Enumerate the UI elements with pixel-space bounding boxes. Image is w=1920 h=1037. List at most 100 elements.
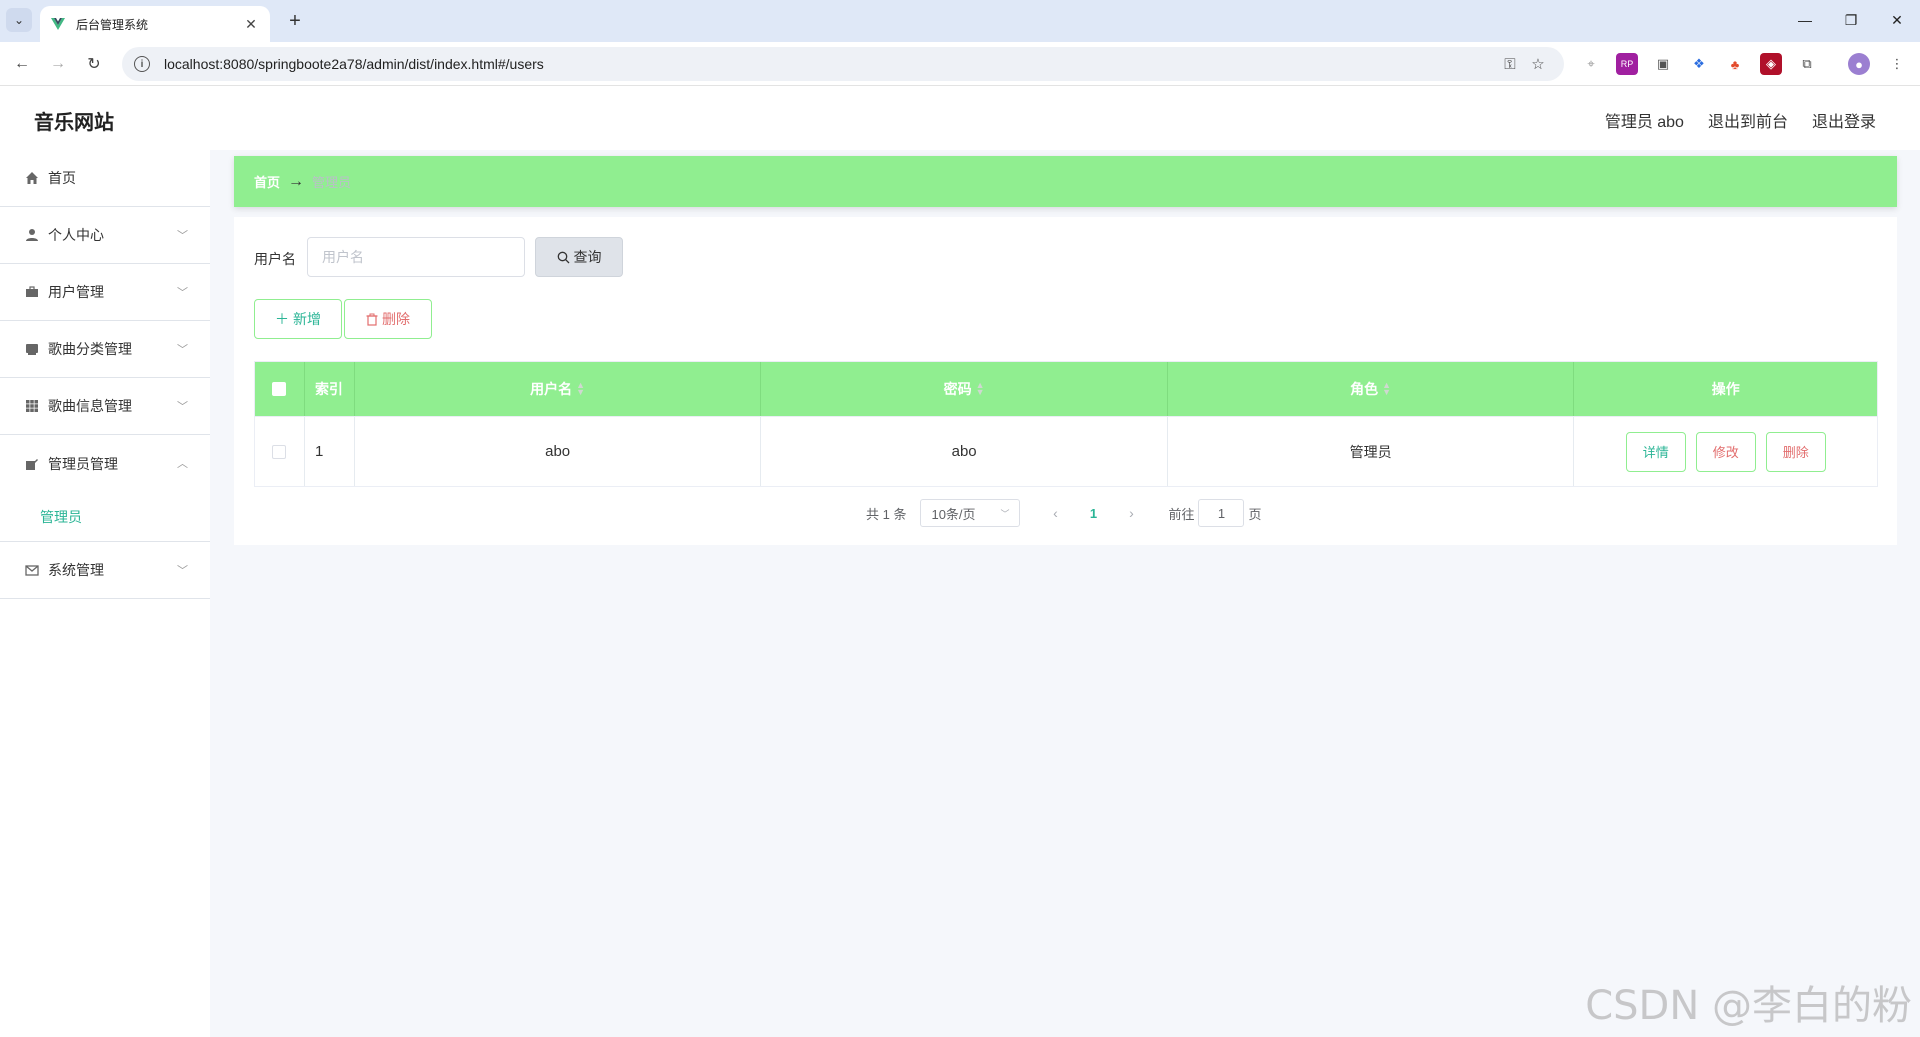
sidebar-item-home[interactable]: 首页 bbox=[0, 150, 210, 207]
url-text[interactable]: localhost:8080/springboote2a78/admin/dis… bbox=[164, 56, 1496, 72]
sidebar-item-song-category[interactable]: 歌曲分类管理 ﹀ bbox=[0, 321, 210, 378]
plus-icon: ＋ bbox=[275, 311, 289, 327]
back-icon[interactable]: ← bbox=[8, 50, 36, 78]
reload-icon[interactable]: ↻ bbox=[80, 50, 108, 78]
mail-icon bbox=[24, 562, 40, 578]
window-close-icon[interactable]: ✕ bbox=[1874, 0, 1920, 40]
column-header-index: 索引 bbox=[314, 381, 343, 397]
cell-password: abo bbox=[951, 443, 977, 460]
minimize-icon[interactable]: — bbox=[1782, 0, 1828, 40]
column-header-password[interactable]: 密码 ▲ ▼ bbox=[761, 362, 1168, 416]
search-icon bbox=[557, 251, 569, 263]
page-unit-label: 页 bbox=[1248, 506, 1262, 522]
key-icon[interactable]: ⚿ bbox=[1496, 56, 1524, 73]
select-all-checkbox[interactable] bbox=[272, 382, 287, 396]
csdn-watermark: CSDN @李白的粉 bbox=[1585, 983, 1912, 1029]
new-tab-icon[interactable]: + bbox=[282, 8, 308, 34]
row-delete-button[interactable]: 删除 bbox=[1765, 431, 1826, 472]
vue-logo-icon bbox=[51, 18, 65, 30]
column-header-actions: 操作 bbox=[1711, 381, 1740, 397]
pagination-total: 共 1 条 bbox=[866, 506, 907, 522]
table-header: 索引 用户名 ▲ ▼ 密码 ▲ ▼ 角色 ▲ ▼ 操作 bbox=[255, 362, 1877, 416]
sidebar-item-admin-management[interactable]: 管理员管理 ︿ bbox=[0, 435, 210, 492]
row-checkbox[interactable] bbox=[272, 444, 287, 459]
delete-button-label: 删除 bbox=[382, 311, 410, 327]
column-header-role[interactable]: 角色 ▲ ▼ bbox=[1168, 362, 1575, 416]
sort-icon[interactable]: ▲ ▼ bbox=[1382, 381, 1391, 397]
sidebar: 首页 个人中心 ﹀ 用户管理 ﹀ 歌曲分类管理 ﹀ 歌曲信息管理 ﹀ 管理员管理… bbox=[0, 150, 210, 1037]
add-button-label: 新增 bbox=[293, 311, 321, 327]
profile-avatar-icon[interactable]: ● bbox=[1848, 53, 1870, 75]
extension-window-icon[interactable]: ▣ bbox=[1652, 53, 1674, 75]
site-info-icon[interactable]: i bbox=[134, 56, 150, 72]
extension-tree-icon[interactable]: ♣ bbox=[1724, 53, 1746, 75]
search-label: 用户名 bbox=[254, 251, 296, 267]
content-panel: 用户名 查询 ＋ 新增 删除 索引 用户名▲▼ 密码▲▼ 角色▲▼ 操作 bbox=[234, 217, 1897, 545]
home-icon bbox=[24, 170, 40, 186]
main-content: 首页 → 管理员 用户名 查询 ＋ 新增 删除 索引 用户名▲▼ 密码▲▼ 角色… bbox=[210, 150, 1920, 1037]
breadcrumb-home[interactable]: 首页 bbox=[254, 172, 280, 191]
extension-rp-icon[interactable]: RP bbox=[1616, 53, 1638, 75]
cell-index: 1 bbox=[314, 443, 324, 460]
batch-delete-button[interactable]: 删除 bbox=[344, 299, 432, 339]
column-header-username[interactable]: 用户名 ▲ ▼ bbox=[355, 362, 762, 416]
trash-icon bbox=[366, 313, 378, 326]
admin-table: 索引 用户名 ▲ ▼ 密码 ▲ ▼ 角色 ▲ ▼ 操作 1 abo abo 管理员 详情 修… bbox=[254, 361, 1878, 487]
extension-cursor-icon[interactable]: ⌖ bbox=[1580, 53, 1602, 75]
extension-shield-icon[interactable]: ◈ bbox=[1760, 53, 1782, 75]
column-header-label: 密码 bbox=[943, 381, 972, 397]
column-header-label: 角色 bbox=[1350, 381, 1379, 397]
chevron-down-icon: ﹀ bbox=[177, 565, 188, 577]
breadcrumb: 首页 → 管理员 bbox=[234, 156, 1897, 207]
browser-toolbar: ← → ↻ i localhost:8080/springboote2a78/a… bbox=[0, 42, 1920, 86]
sidebar-item-label: 歌曲信息管理 bbox=[48, 398, 132, 414]
sidebar-item-label: 管理员管理 bbox=[48, 455, 118, 472]
sidebar-item-profile[interactable]: 个人中心 ﹀ bbox=[0, 207, 210, 264]
sort-icon[interactable]: ▲ ▼ bbox=[976, 381, 985, 397]
grid-icon bbox=[24, 398, 40, 414]
forward-icon[interactable]: → bbox=[44, 50, 72, 78]
sidebar-item-system[interactable]: 系统管理 ﹀ bbox=[0, 542, 210, 599]
sidebar-item-label: 系统管理 bbox=[48, 562, 104, 578]
extensions-puzzle-icon[interactable]: ⧉ bbox=[1796, 53, 1818, 75]
prev-page-icon[interactable]: ‹ bbox=[1040, 505, 1070, 521]
table-row: 1 abo abo 管理员 详情 修改 删除 bbox=[255, 416, 1877, 486]
header-select-all[interactable] bbox=[255, 362, 305, 416]
detail-button[interactable]: 详情 bbox=[1625, 431, 1686, 472]
sort-icon[interactable]: ▲ ▼ bbox=[576, 381, 585, 397]
extension-layers-icon[interactable]: ❖ bbox=[1688, 53, 1710, 75]
sidebar-subitem-admin[interactable]: 管理员 bbox=[0, 492, 210, 542]
page-size-select[interactable]: 10条/页 ﹀ bbox=[920, 499, 1021, 527]
back-to-front-link[interactable]: 退出到前台 bbox=[1708, 108, 1788, 132]
tab-search-button[interactable]: ⌄ bbox=[6, 8, 32, 32]
search-button-label: 查询 bbox=[573, 249, 602, 265]
restore-icon[interactable]: ❐ bbox=[1828, 0, 1874, 40]
admin-user-label: 管理员 abo bbox=[1604, 114, 1684, 131]
chevron-down-icon: ﹀ bbox=[1000, 508, 1010, 519]
tab-title: 后台管理系统 bbox=[76, 17, 149, 32]
chevron-up-icon: ︿ bbox=[177, 458, 188, 470]
sidebar-item-users[interactable]: 用户管理 ﹀ bbox=[0, 264, 210, 321]
pagination: 共 1 条 10条/页 ﹀ ‹ 1 › 前往 页 bbox=[866, 499, 1262, 527]
add-button[interactable]: ＋ 新增 bbox=[254, 299, 342, 339]
close-tab-icon[interactable]: ✕ bbox=[242, 16, 260, 33]
logout-link[interactable]: 退出登录 bbox=[1812, 108, 1876, 132]
address-bar[interactable]: i localhost:8080/springboote2a78/admin/d… bbox=[122, 47, 1564, 81]
edit-button[interactable]: 修改 bbox=[1695, 431, 1756, 472]
browser-tab[interactable]: 后台管理系统 ✕ bbox=[40, 6, 270, 42]
sidebar-item-label: 首页 bbox=[48, 170, 76, 186]
sidebar-item-song-info[interactable]: 歌曲信息管理 ﹀ bbox=[0, 378, 210, 435]
sidebar-item-label: 用户管理 bbox=[48, 284, 104, 300]
edit-icon bbox=[24, 456, 40, 472]
next-page-icon[interactable]: › bbox=[1116, 505, 1146, 521]
sidebar-item-label: 歌曲分类管理 bbox=[48, 341, 132, 357]
browser-menu-icon[interactable]: ⋮ bbox=[1886, 53, 1908, 75]
username-search-input[interactable] bbox=[307, 237, 525, 277]
cell-role: 管理员 bbox=[1349, 443, 1392, 460]
page-number[interactable]: 1 bbox=[1078, 506, 1108, 521]
goto-page-input[interactable] bbox=[1198, 499, 1245, 527]
cell-username: abo bbox=[545, 443, 571, 460]
folder-icon bbox=[24, 341, 40, 357]
bookmark-star-icon[interactable]: ☆ bbox=[1524, 55, 1552, 73]
search-button[interactable]: 查询 bbox=[535, 237, 623, 277]
